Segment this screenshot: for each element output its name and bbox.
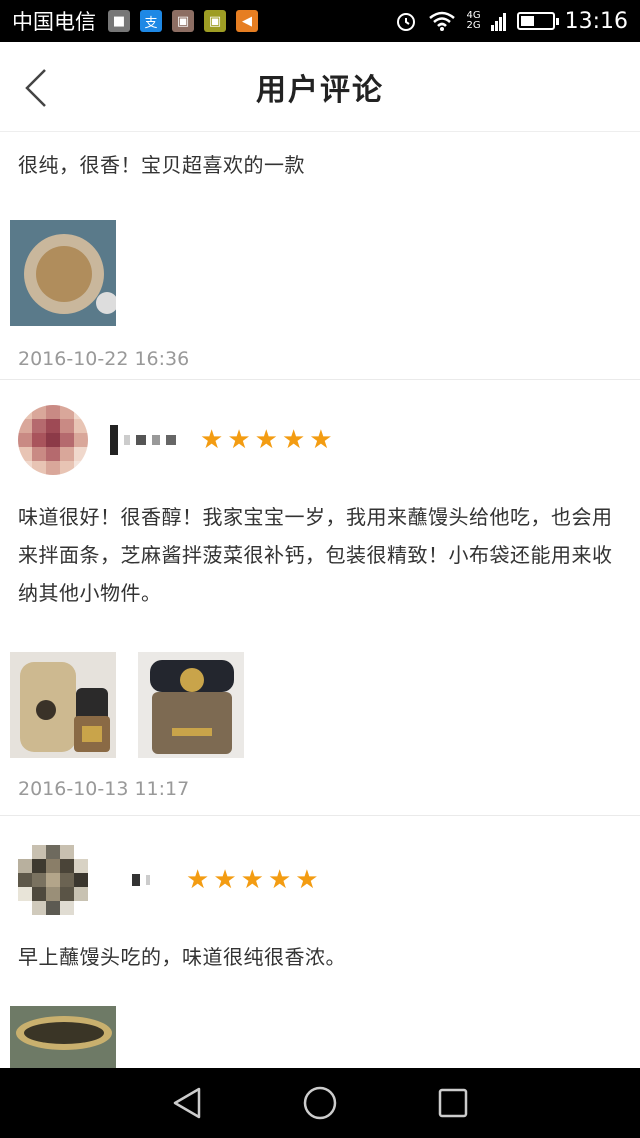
- audio-notification-icon: ◀: [236, 10, 258, 32]
- chevron-left-icon[interactable]: [23, 68, 49, 108]
- star-icon: ★: [267, 865, 292, 895]
- battery-icon: [516, 12, 559, 30]
- avatar[interactable]: [18, 405, 88, 475]
- nav-home-button[interactable]: [295, 1078, 345, 1128]
- star-icon: ★: [240, 865, 264, 895]
- square-recent-icon[interactable]: [437, 1087, 469, 1119]
- review-photos: [10, 652, 622, 758]
- review-user: ★ ★ ★ ★ ★: [18, 840, 622, 920]
- status-right: 4G 2G 13:16: [394, 9, 628, 34]
- status-bar: 中国电信 ■ 支 ▣ ▣ ◀ 4G 2G 13:16: [0, 0, 640, 42]
- review-date: 2016-10-22 16:36: [18, 348, 190, 370]
- wifi-icon: [429, 11, 456, 31]
- review-text: 很纯，很香！宝贝超喜欢的一款: [18, 153, 305, 177]
- circle-home-icon[interactable]: [302, 1085, 338, 1121]
- app-notification-icon: ■: [108, 10, 130, 32]
- username-blurred: [110, 425, 176, 455]
- review-photos: [10, 220, 622, 326]
- star-icon: ★: [200, 425, 224, 455]
- review-text: 味道很好！很香醇！我家宝宝一岁，我用来蘸馒头给他吃，也会用来拌面条，芝麻酱拌菠菜…: [18, 505, 613, 605]
- network-type: 4G 2G: [466, 11, 480, 31]
- carrier-label: 中国电信: [12, 10, 96, 34]
- review-photos: [10, 1006, 622, 1068]
- username-blurred: [132, 874, 150, 886]
- notification-icons: ■ 支 ▣ ▣ ◀: [108, 10, 258, 32]
- star-icon: ★: [295, 865, 319, 895]
- review-text: 早上蘸馒头吃的，味道很纯很香浓。: [18, 945, 346, 969]
- back-button[interactable]: [14, 66, 58, 110]
- navigation-bar: [0, 1068, 640, 1138]
- rating-stars: ★ ★ ★ ★ ★: [200, 427, 333, 453]
- star-icon: ★: [309, 425, 333, 455]
- page-title: 用户评论: [256, 72, 384, 108]
- network-bottom-label: 2G: [466, 20, 481, 31]
- review-list[interactable]: 很纯，很香！宝贝超喜欢的一款 2016-10-22 16:36 ★ ★ ★ ★ …: [0, 132, 640, 1068]
- review-user: ★ ★ ★ ★ ★: [18, 400, 622, 480]
- star-icon: ★: [254, 425, 278, 455]
- review-photo[interactable]: [138, 652, 244, 758]
- review-photo[interactable]: [10, 220, 116, 326]
- star-icon: ★: [213, 865, 237, 895]
- star-icon: ★: [186, 865, 210, 895]
- avatar[interactable]: [18, 845, 88, 915]
- star-icon: ★: [227, 425, 251, 455]
- signal-icon: [490, 13, 506, 31]
- status-time: 13:16: [564, 8, 628, 34]
- review-item: ★ ★ ★ ★ ★ 早上蘸馒头吃的，味道很纯很香浓。: [0, 816, 640, 1068]
- review-date: 2016-10-13 11:17: [18, 778, 190, 800]
- nav-recent-button[interactable]: [428, 1078, 478, 1128]
- app2-notification-icon: ▣: [204, 10, 226, 32]
- star-icon: ★: [281, 425, 306, 455]
- review-item: ★ ★ ★ ★ ★ 味道很好！很香醇！我家宝宝一岁，我用来蘸馒头给他吃，也会用来…: [0, 380, 640, 816]
- triangle-back-icon[interactable]: [171, 1086, 203, 1120]
- battery-level: [520, 16, 535, 26]
- review-photo[interactable]: [10, 652, 116, 758]
- nav-back-button[interactable]: [162, 1078, 212, 1128]
- review-item: 很纯，很香！宝贝超喜欢的一款 2016-10-22 16:36: [0, 132, 640, 380]
- header: 用户评论: [0, 42, 640, 132]
- rating-stars: ★ ★ ★ ★ ★: [186, 867, 319, 893]
- review-photo[interactable]: [10, 1006, 116, 1068]
- alarm-icon: [397, 13, 416, 31]
- gallery-notification-icon: ▣: [172, 10, 194, 32]
- alipay-notification-icon: 支: [140, 10, 162, 32]
